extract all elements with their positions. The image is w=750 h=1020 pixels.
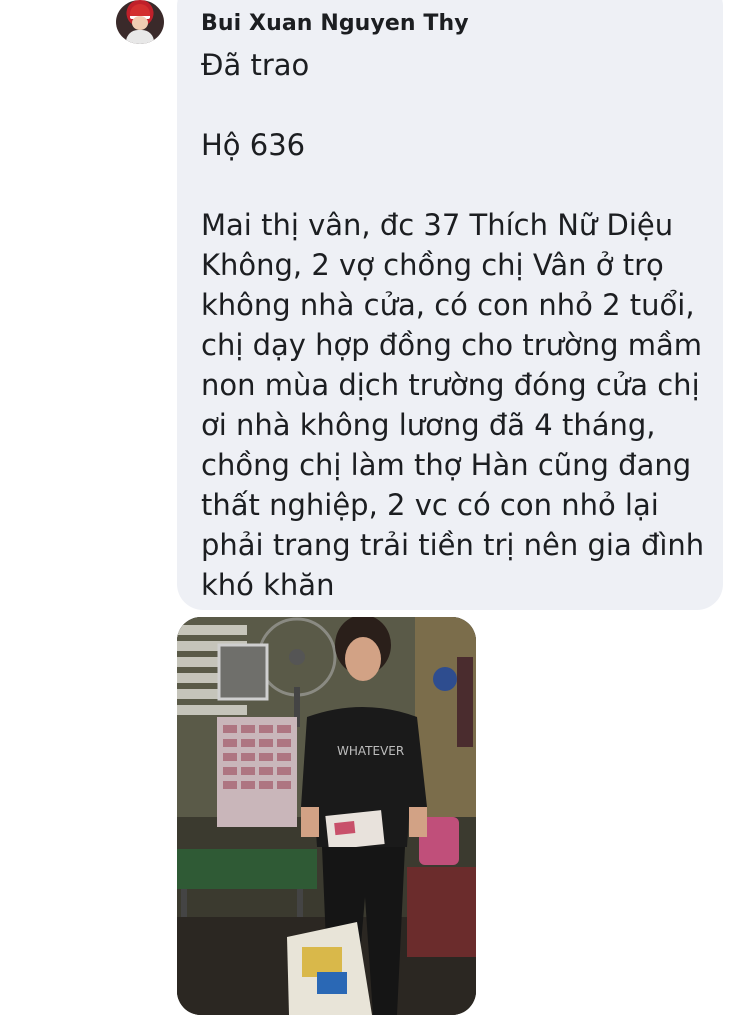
message-text: Đã trao Hộ 636 Mai thị vân, đc 37 Thích … — [201, 45, 711, 605]
message-line: non mùa dịch trường đóng cửa chị — [201, 368, 700, 402]
message-line: Đã trao — [201, 48, 310, 82]
message-line: thất nghiệp, 2 vc có con nhỏ lại — [201, 488, 659, 522]
message-line: Hộ 636 — [201, 128, 306, 162]
photo-scene: WHATEVER — [177, 617, 476, 1015]
message-line: ơi nhà không lương đã 4 tháng, — [201, 408, 656, 442]
message-line: phải trang trải tiền trị nên gia đình — [201, 528, 705, 562]
shirt-print: WHATEVER — [337, 744, 404, 758]
avatar-shirt — [126, 30, 154, 44]
sender-avatar[interactable] — [116, 0, 164, 44]
message-line: không nhà cửa, có con nhỏ 2 tuổi, — [201, 288, 695, 322]
message-line: khó khăn — [201, 568, 335, 602]
message-line: chị dạy hợp đồng cho trường mầm — [201, 328, 703, 362]
message-line: Không, 2 vợ chồng chị Vân ở trọ — [201, 248, 664, 282]
attached-photo[interactable]: WHATEVER — [177, 617, 476, 1015]
avatar-face — [132, 16, 148, 30]
sender-name[interactable]: Bui Xuan Nguyen Thy — [201, 11, 469, 36]
message-line: Mai thị vân, đc 37 Thích Nữ Diệu — [201, 208, 674, 242]
message-line: chồng chị làm thợ Hàn cũng đang — [201, 448, 692, 482]
